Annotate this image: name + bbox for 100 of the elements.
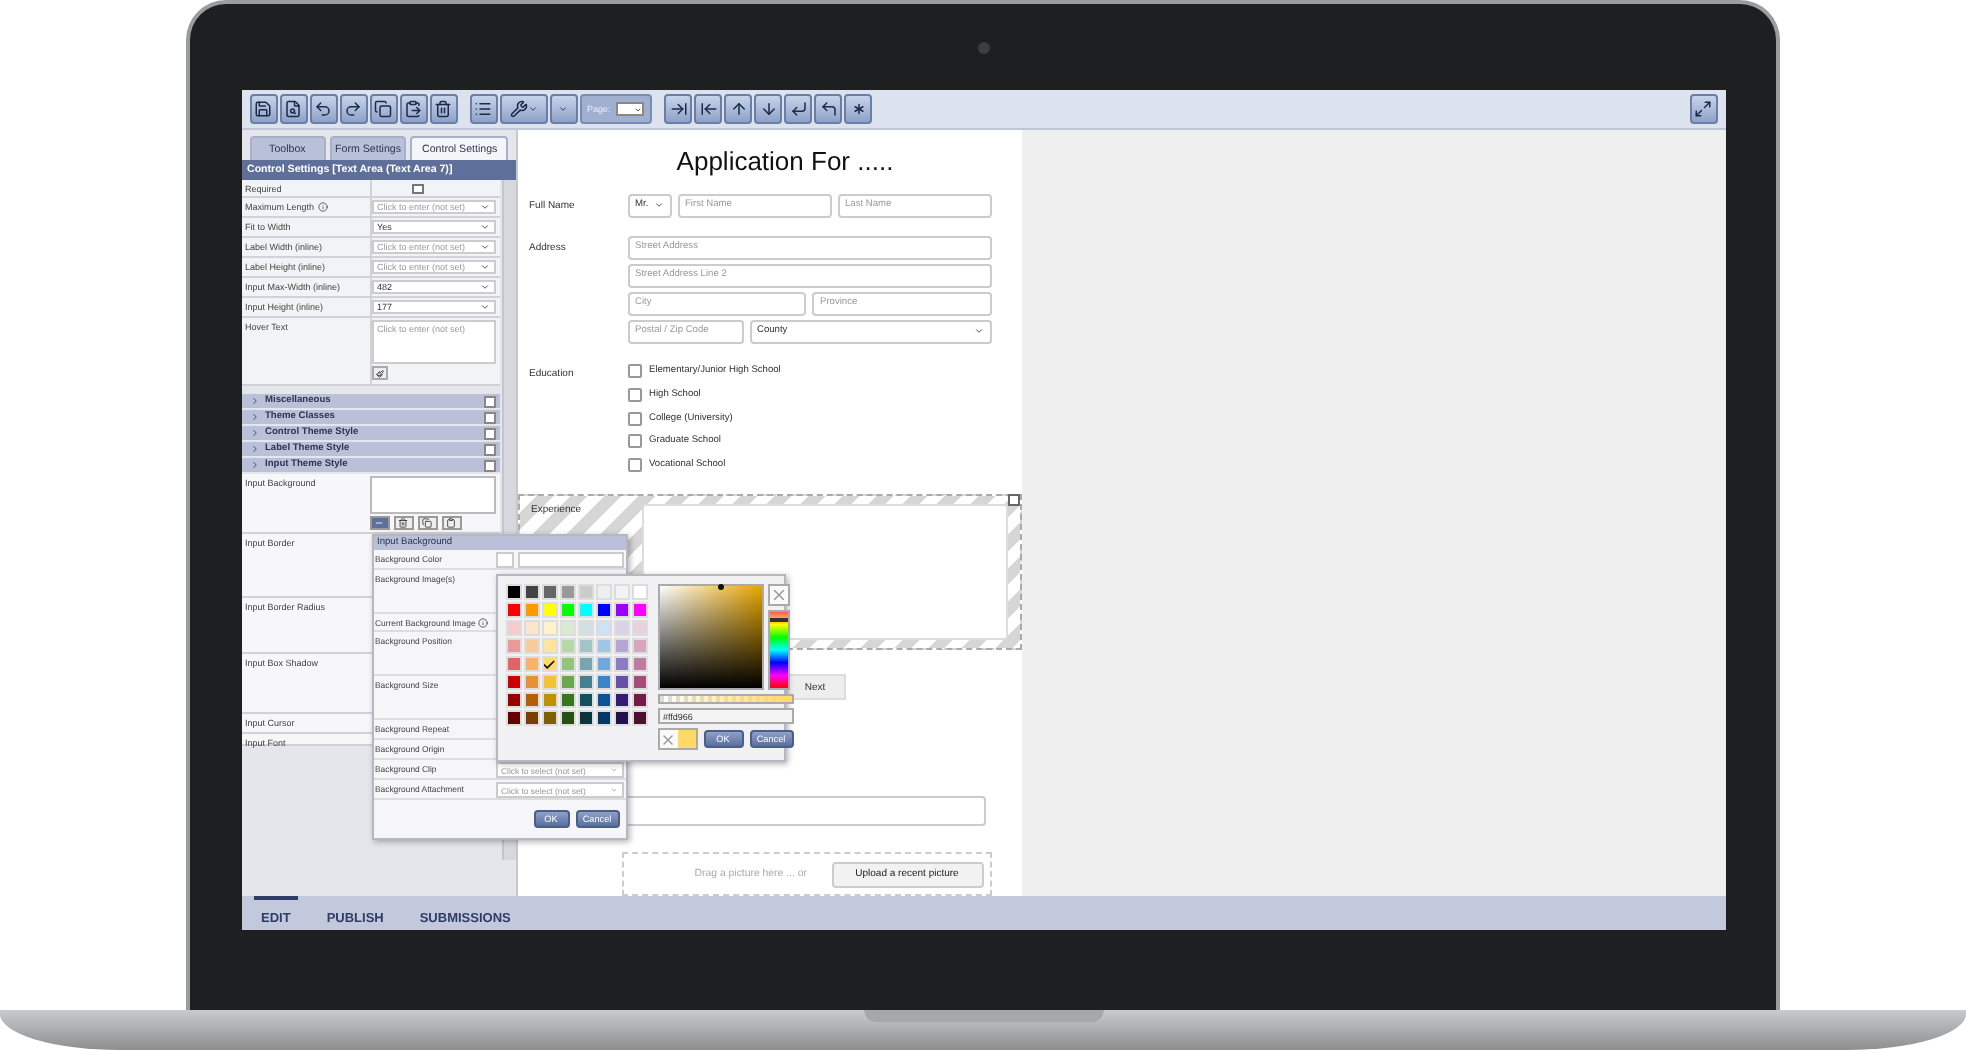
- checkbox[interactable]: [627, 387, 641, 402]
- color-swatch[interactable]: [559, 710, 575, 726]
- color-swatch[interactable]: [595, 620, 611, 636]
- toolbar-button[interactable]: [429, 94, 457, 124]
- toolbar-button[interactable]: [814, 94, 843, 124]
- color-swatch[interactable]: [523, 710, 539, 726]
- color-swatch[interactable]: [595, 656, 611, 672]
- picker-handle[interactable]: [717, 584, 723, 590]
- color-swatch[interactable]: [523, 692, 539, 708]
- color-swatch[interactable]: [523, 638, 539, 654]
- color-swatch[interactable]: [541, 674, 557, 690]
- color-swatch[interactable]: [505, 692, 521, 708]
- checkbox[interactable]: [483, 443, 495, 455]
- color-swatch[interactable]: [559, 584, 575, 600]
- checkbox[interactable]: [627, 434, 641, 449]
- color-swatch[interactable]: [631, 584, 647, 600]
- color-swatch[interactable]: [595, 584, 611, 600]
- toolbar-button[interactable]: [469, 94, 497, 124]
- color-swatch[interactable]: [613, 602, 629, 618]
- toolbar-button[interactable]: [399, 94, 427, 124]
- color-swatch[interactable]: [613, 674, 629, 690]
- checkbox[interactable]: [627, 411, 641, 426]
- toolbar-button[interactable]: [724, 94, 753, 124]
- paste-button[interactable]: [441, 516, 461, 530]
- color-swatch[interactable]: [577, 602, 593, 618]
- color-swatch[interactable]: [595, 602, 611, 618]
- checkbox[interactable]: [483, 395, 495, 407]
- color-swatch[interactable]: [577, 584, 593, 600]
- color-swatch[interactable]: [523, 602, 539, 618]
- color-swatch[interactable]: [523, 620, 539, 636]
- delete-button[interactable]: [393, 516, 413, 530]
- input-field[interactable]: [517, 552, 623, 568]
- color-swatch[interactable]: [505, 656, 521, 672]
- checkbox[interactable]: [483, 427, 495, 439]
- checkbox[interactable]: [483, 459, 495, 471]
- color-swatch[interactable]: [631, 674, 647, 690]
- copy-button[interactable]: [417, 516, 437, 530]
- color-swatch[interactable]: [541, 620, 557, 636]
- color-gradient[interactable]: [657, 584, 763, 690]
- color-swatch[interactable]: [631, 620, 647, 636]
- color-swatch[interactable]: [559, 602, 575, 618]
- resize-handle[interactable]: [1007, 494, 1019, 507]
- checkbox[interactable]: [411, 184, 423, 194]
- hue-slider[interactable]: [767, 610, 789, 690]
- toolbar-button[interactable]: [1689, 94, 1717, 124]
- toolbar-button[interactable]: [754, 94, 783, 124]
- color-swatch[interactable]: [541, 602, 557, 618]
- color-swatch[interactable]: [595, 638, 611, 654]
- color-swatch[interactable]: [631, 602, 647, 618]
- color-swatch[interactable]: [559, 674, 575, 690]
- color-swatch[interactable]: [631, 710, 647, 726]
- color-swatch[interactable]: [523, 656, 539, 672]
- color-swatch[interactable]: [505, 620, 521, 636]
- toolbar-button[interactable]: [369, 94, 397, 124]
- color-swatch[interactable]: [559, 638, 575, 654]
- color-swatch[interactable]: [523, 674, 539, 690]
- toolbar-button[interactable]: [664, 94, 693, 124]
- color-swatch[interactable]: [577, 710, 593, 726]
- edit-button[interactable]: [371, 366, 387, 380]
- color-swatch[interactable]: [505, 710, 521, 726]
- color-swatch[interactable]: [577, 656, 593, 672]
- no-color-button[interactable]: [767, 584, 789, 606]
- color-swatch[interactable]: [631, 638, 647, 654]
- checkbox[interactable]: [483, 411, 495, 423]
- color-swatch[interactable]: [495, 552, 513, 568]
- color-swatch[interactable]: [541, 692, 557, 708]
- color-swatch[interactable]: [541, 584, 557, 600]
- toolbar-button[interactable]: [309, 94, 337, 124]
- checkbox[interactable]: [627, 364, 641, 379]
- toolbar-button[interactable]: [499, 94, 547, 124]
- color-swatch[interactable]: [595, 692, 611, 708]
- color-swatch[interactable]: [613, 710, 629, 726]
- color-swatch[interactable]: [559, 656, 575, 672]
- color-swatch[interactable]: [577, 638, 593, 654]
- color-swatch[interactable]: [577, 620, 593, 636]
- color-swatch[interactable]: [559, 620, 575, 636]
- color-swatch[interactable]: [631, 656, 647, 672]
- toolbar-button[interactable]: [339, 94, 367, 124]
- color-swatch[interactable]: [505, 674, 521, 690]
- color-swatch[interactable]: [595, 710, 611, 726]
- color-swatch[interactable]: [505, 584, 521, 600]
- color-swatch[interactable]: [613, 620, 629, 636]
- color-swatch[interactable]: [613, 656, 629, 672]
- color-swatch[interactable]: [559, 692, 575, 708]
- edit-button[interactable]: [369, 516, 389, 530]
- toolbar-button[interactable]: [279, 94, 307, 124]
- toolbar-button[interactable]: [694, 94, 723, 124]
- color-swatch[interactable]: [505, 638, 521, 654]
- color-swatch[interactable]: [505, 602, 521, 618]
- color-swatch[interactable]: [595, 674, 611, 690]
- color-swatch[interactable]: [523, 584, 539, 600]
- toolbar-button[interactable]: [844, 94, 873, 124]
- toolbar-button[interactable]: [249, 94, 277, 124]
- toolbar-button[interactable]: [784, 94, 813, 124]
- color-swatch[interactable]: [577, 692, 593, 708]
- color-swatch[interactable]: [577, 674, 593, 690]
- color-swatch[interactable]: [613, 692, 629, 708]
- color-swatch[interactable]: [631, 692, 647, 708]
- color-swatch[interactable]: [613, 638, 629, 654]
- color-swatch[interactable]: [541, 638, 557, 654]
